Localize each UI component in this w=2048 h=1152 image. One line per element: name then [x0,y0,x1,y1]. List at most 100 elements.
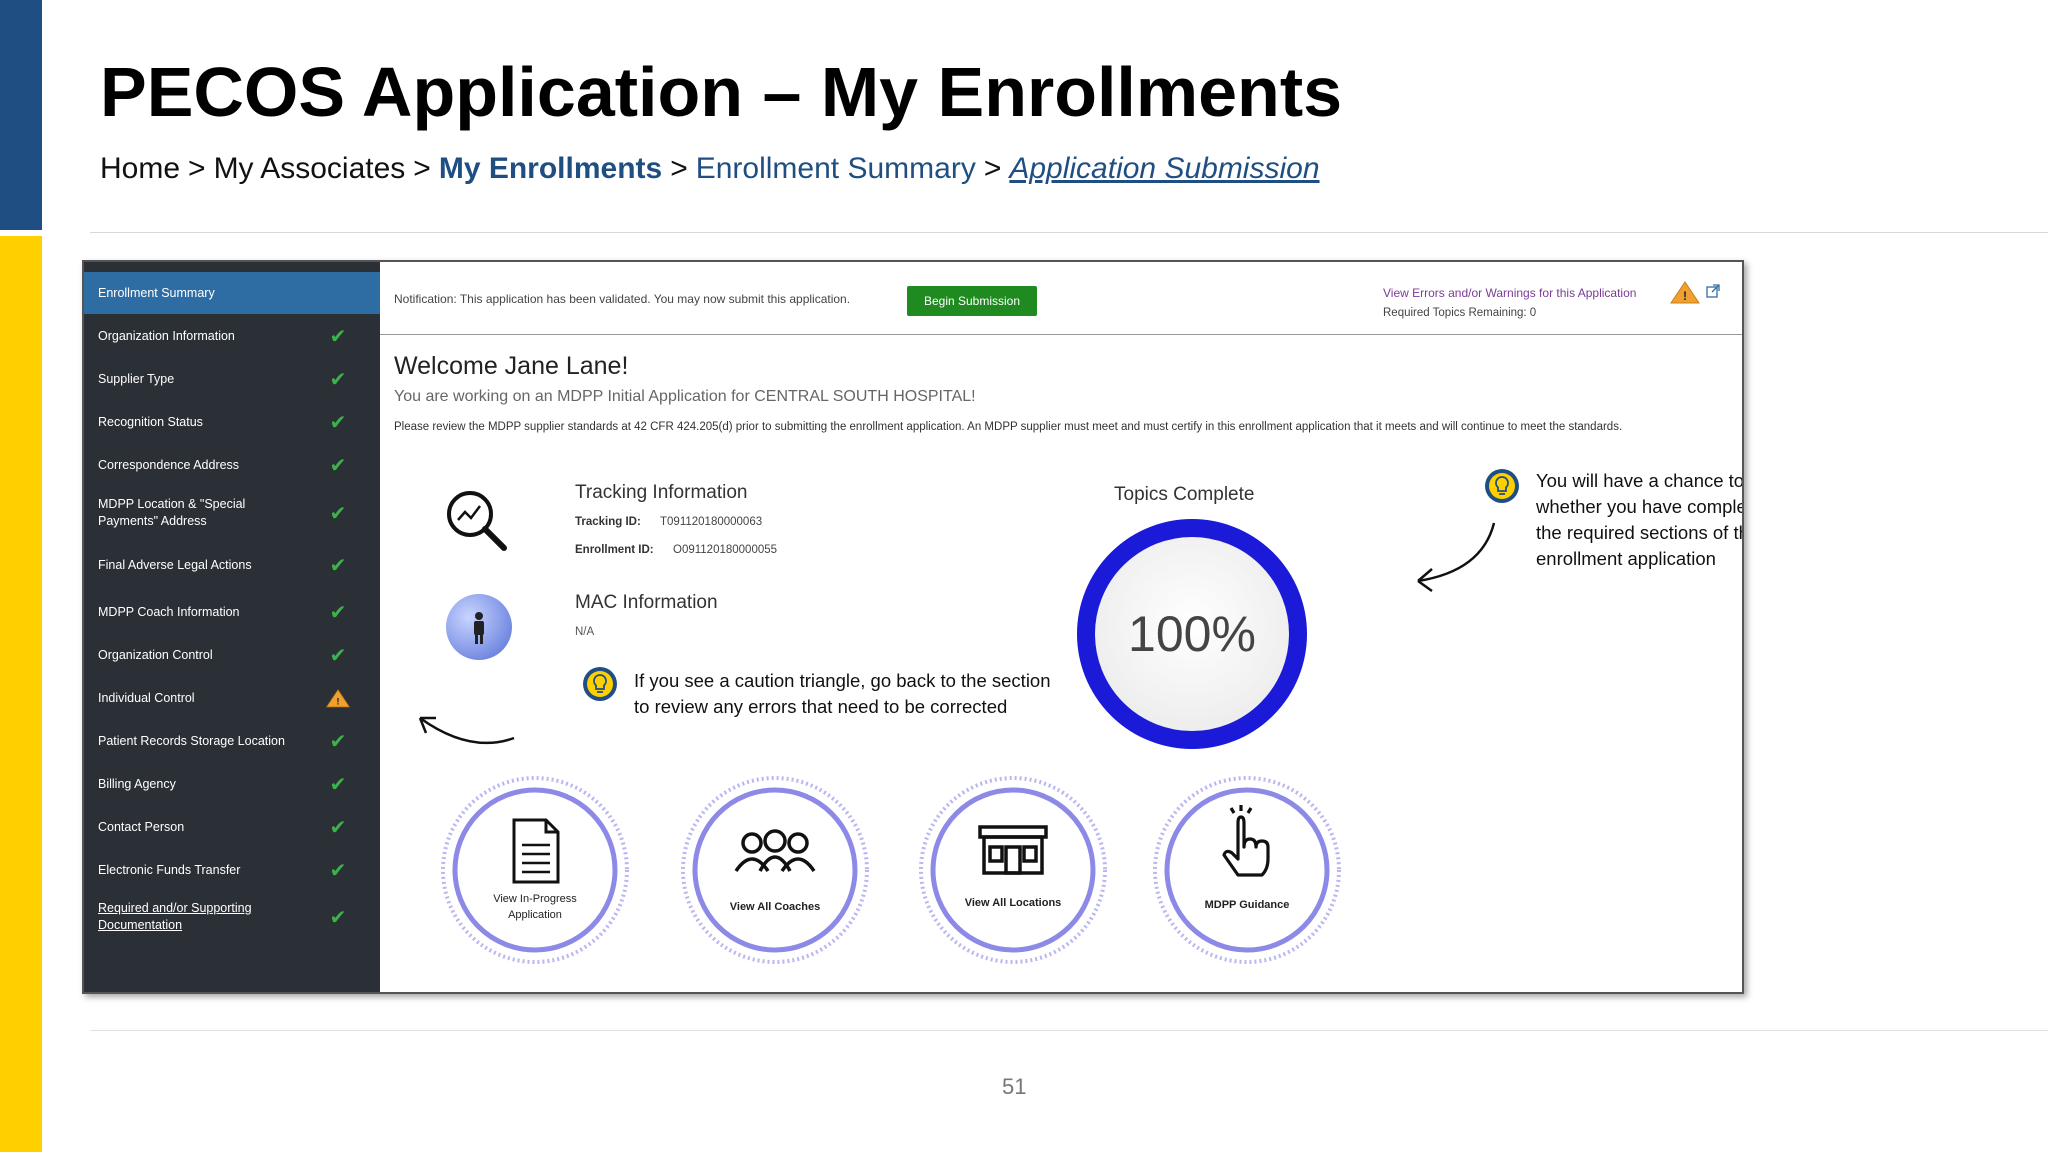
topics-complete-title: Topics Complete [1114,484,1255,505]
chance-callout-text: You will have a chance to see whether yo… [1536,470,1744,569]
sidebar-item-contact-person[interactable]: Contact Person ✔ [84,806,380,848]
svg-text:!: ! [1683,289,1687,303]
enrollment-id-value: O091120180000055 [673,544,778,556]
action-label: View All Locations [964,897,1062,909]
mdpp-guidance-button[interactable]: MDPP Guidance [1152,775,1342,965]
check-icon: ✔ [329,502,347,525]
sidebar-item-label: Patient Records Storage Location [98,733,285,748]
sidebar-item-label: Recognition Status [98,414,203,429]
topics-complete-ring: 100% [1072,514,1312,759]
sidebar-item-final-adverse-legal-actions[interactable]: Final Adverse Legal Actions ✔ [84,540,380,590]
view-all-locations-button[interactable]: View All Locations [918,775,1108,965]
caution-callout-text: If you see a caution triangle, go back t… [634,670,1051,717]
notification-text: Notification: This application has been … [394,292,851,306]
sidebar-item-label: Enrollment Summary [98,285,215,300]
application-screenshot: Enrollment Summary Organization Informat… [82,260,1744,994]
action-label: View All Coaches [729,901,821,913]
bottom-divider [90,1030,2048,1031]
lightbulb-icon [1484,468,1520,509]
svg-text:!: ! [336,696,339,707]
sidebar-item-patient-records-storage-location[interactable]: Patient Records Storage Location ✔ [84,720,380,762]
breadcrumb-submission[interactable]: Application Submission [1009,152,1319,185]
sidebar-item-label: MDPP Coach Information [98,604,240,619]
sidebar-item-organization-control[interactable]: Organization Control ✔ [84,634,380,676]
required-topics-remaining: Required Topics Remaining: 0 [1383,307,1537,319]
sidebar-item-individual-control[interactable]: Individual Control ! [84,677,380,719]
sidebar: Enrollment Summary Organization Informat… [84,262,380,992]
document-icon [512,818,560,884]
sidebar-item-enrollment-summary[interactable]: Enrollment Summary [84,272,380,314]
mac-value: N/A [575,626,595,638]
sidebar-item-label: Correspondence Address [98,457,240,472]
sidebar-item-label: Required and/or Supporting Documentation [98,901,252,932]
accent-bar-yellow [0,236,42,1152]
breadcrumb: Home > My Associates > My Enrollments > Enroll… [100,152,1320,186]
sidebar-item-correspondence-address[interactable]: Correspondence Address ✔ [84,444,380,486]
check-icon: ✔ [329,773,347,796]
breadcrumb-associates[interactable]: My Associates [214,152,406,185]
sidebar-item-label: Organization Information [98,328,235,343]
sidebar-item-label: Contact Person [98,819,185,834]
begin-submission-button[interactable]: Begin Submission [907,286,1037,316]
view-errors-link[interactable]: View Errors and/or Warnings for this App… [1383,286,1636,300]
breadcrumb-enrollments[interactable]: My Enrollments [439,152,662,185]
action-label: MDPP Guidance [1204,899,1290,911]
check-icon: ✔ [329,325,347,348]
external-link-icon[interactable] [1706,284,1720,301]
check-icon: ✔ [329,601,347,624]
sidebar-item-mdpp-coach-information[interactable]: MDPP Coach Information ✔ [84,591,380,633]
slide-title: PECOS Application – My Enrollments [100,53,1343,131]
sidebar-item-recognition-status[interactable]: Recognition Status ✔ [84,401,380,443]
sidebar-item-label: Organization Control [98,647,213,662]
breadcrumb-separator: > [188,152,206,185]
check-icon: ✔ [329,859,347,882]
topics-percent: 100% [1128,606,1256,662]
view-in-progress-application-button[interactable]: View In-Progress Application [440,775,630,965]
check-icon: ✔ [329,454,347,477]
tracking-id-label: Tracking ID: [575,516,641,528]
check-icon: ✔ [329,730,347,753]
warning-triangle-icon: ! [1670,280,1700,309]
sidebar-item-label: Individual Control [98,690,195,705]
mac-person-icon [444,592,514,667]
check-icon: ✔ [329,644,347,667]
breadcrumb-separator: > [413,152,431,185]
check-icon: ✔ [329,906,347,929]
sidebar-item-electronic-funds-transfer[interactable]: Electronic Funds Transfer ✔ [84,849,380,891]
sidebar-item-label: MDPP Location & "Special Payments" Addre… [98,497,246,528]
check-icon: ✔ [329,554,347,577]
tracking-search-icon [440,484,516,565]
breadcrumb-separator: > [670,152,688,185]
action-label: View In-Progress Application [493,893,577,921]
top-divider [90,232,2048,233]
lightbulb-icon [582,666,618,707]
breadcrumb-summary[interactable]: Enrollment Summary [696,152,976,185]
warning-triangle-icon: ! [326,686,350,710]
view-all-coaches-button[interactable]: View All Coaches [680,775,870,965]
curved-arrow-left-icon [410,698,520,763]
sidebar-item-supplier-type[interactable]: Supplier Type ✔ [84,358,380,400]
tracking-title: Tracking Information [575,482,748,503]
check-icon: ✔ [329,368,347,391]
tracking-id-value: T091120180000063 [660,516,763,528]
notification-bar: Notification: This application has been … [380,262,1742,335]
enrollment-id-label: Enrollment ID: [575,544,654,556]
mac-title: MAC Information [575,592,718,613]
sidebar-item-label: Electronic Funds Transfer [98,862,241,877]
breadcrumb-separator: > [983,152,1002,185]
sidebar-item-organization-information[interactable]: Organization Information ✔ [84,315,380,357]
sidebar-item-label: Billing Agency [98,776,176,791]
sidebar-item-label: Supplier Type [98,371,175,386]
sidebar-item-billing-agency[interactable]: Billing Agency ✔ [84,763,380,805]
working-on-text: You are working on an MDPP Initial Appli… [394,388,976,405]
page-number: 51 [1002,1074,1027,1099]
sidebar-item-mdpp-location[interactable]: MDPP Location & "Special Payments" Addre… [84,487,380,539]
accent-bar-blue [0,0,42,230]
main-panel: Notification: This application has been … [380,262,1742,992]
sidebar-item-required-supporting-documentation[interactable]: Required and/or Supporting Documentation… [84,892,380,942]
breadcrumb-home[interactable]: Home [100,152,180,185]
check-icon: ✔ [329,411,347,434]
welcome-heading: Welcome Jane Lane! [394,352,629,380]
curved-arrow-down-left-icon [1410,517,1500,602]
check-icon: ✔ [329,816,347,839]
